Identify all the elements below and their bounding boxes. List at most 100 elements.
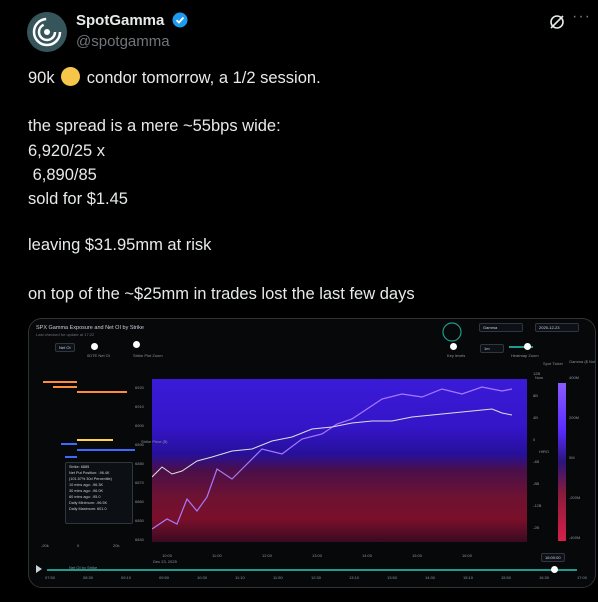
- toggle-label: 0DTE Net OI: [87, 353, 110, 358]
- tooltip-line: Strike: 6885: [69, 465, 90, 469]
- play-icon[interactable]: [35, 565, 43, 573]
- tweet-line-1: 90k condor tomorrow, a 1/2 session.: [28, 67, 321, 88]
- date-picker[interactable]: 2025-12-23: [535, 323, 579, 332]
- gamma-tick: 0M: [569, 455, 575, 460]
- zoom-toggle[interactable]: [133, 341, 140, 348]
- net-oi-bar: [61, 443, 77, 445]
- heatmap-zoom-label: Heatmap Zoom: [511, 353, 539, 358]
- tweet-text: 6,920/25 x: [28, 142, 106, 160]
- verified-badge-icon: [172, 12, 188, 28]
- gamma-heatmap[interactable]: [151, 379, 527, 542]
- timeline-knob[interactable]: [551, 566, 558, 573]
- gamma-tick: -200M: [569, 495, 581, 500]
- y-tick: 6850: [135, 518, 144, 523]
- gamma-tick: -400M: [569, 535, 581, 540]
- 0dte-toggle[interactable]: [91, 343, 98, 350]
- net-oi-bar: [77, 449, 135, 451]
- hiro-tick: -2B: [533, 525, 540, 530]
- gamma-tick: 200M: [569, 415, 580, 420]
- tooltip-line: (101.57% 30d Percentile): [69, 477, 112, 481]
- timeline-tick: 11:50: [273, 575, 283, 580]
- spot-label: Spot Ticker: [543, 361, 564, 366]
- x-tick: 11:00: [212, 553, 222, 558]
- x-tick: 13:00: [312, 553, 323, 558]
- toggle-label: Strike Plot Zoom: [133, 353, 163, 358]
- x-tick: 12:00: [262, 553, 273, 558]
- timeline-tick: 11:10: [235, 575, 245, 580]
- net-oi-bar: [43, 381, 77, 383]
- gamma-tick: 400M: [569, 375, 580, 380]
- timeline-tick: 16:30: [539, 575, 550, 580]
- chart-subtitle: Last checked for update at 17:22: [36, 332, 95, 337]
- tooltip-line: Daily Minimum: -96.5K: [69, 501, 108, 505]
- x-tick: 14:00: [362, 553, 373, 558]
- timeline-tick: 13:10: [349, 575, 360, 580]
- timeline-tick: 13:50: [387, 575, 398, 580]
- y-tick: 6920: [135, 385, 144, 390]
- tweet-media-chart[interactable]: SPX Gamma Exposure and Net OI by Strike …: [28, 318, 596, 588]
- strike-tooltip: Strike: 6885 Net Put Position: -96.4K (1…: [65, 462, 133, 524]
- x-tick: 10:00: [162, 553, 173, 558]
- net-oi-bar: [65, 456, 77, 458]
- bar-scale-tick: -20k: [41, 543, 49, 548]
- time-badge: 16:00:00: [541, 553, 565, 562]
- hiro-tick: -12B: [533, 503, 542, 508]
- timeline-tick: 07:50: [45, 575, 56, 580]
- y-tick: 6860: [135, 499, 144, 504]
- slider-knob[interactable]: [524, 343, 531, 350]
- tweet-text: leaving $31.95mm at risk: [28, 236, 212, 254]
- timeline-tick: 09:10: [121, 575, 132, 580]
- gamma-dropdown[interactable]: Gamma: [479, 323, 523, 332]
- timeline-track[interactable]: [47, 569, 577, 571]
- timeline-tick: 08:30: [83, 575, 94, 580]
- net-oi-bar: [77, 391, 127, 393]
- now-label: Now: [535, 375, 544, 380]
- bar-scale-tick: 0: [77, 543, 80, 548]
- y-axis-label: Strike Price ($): [141, 439, 168, 444]
- author-name[interactable]: SpotGamma: [76, 12, 164, 29]
- hiro-tick: -8B: [533, 481, 540, 486]
- x-tick: 15:00: [412, 553, 423, 558]
- y-tick: 6900: [135, 423, 144, 428]
- tweet-text: condor tomorrow, a 1/2 session.: [86, 69, 321, 87]
- tweet: SpotGamma @spotgamma ··· 90k condor tomo…: [0, 0, 598, 602]
- timeline-tick: 12:30: [311, 575, 322, 580]
- gamma-axis-label: Gamma ($ Notional): [569, 359, 596, 364]
- net-oi-dropdown[interactable]: Net OI: [55, 343, 75, 352]
- spotgamma-logo-icon: [27, 12, 67, 52]
- author-handle[interactable]: @spotgamma: [76, 33, 170, 50]
- tweet-text: 6,890/85: [28, 166, 97, 184]
- key-levels-toggle[interactable]: [450, 343, 457, 350]
- x-date: Dec 23, 2025: [153, 559, 177, 564]
- tooltip-line: Daily Maximum: 601.0: [69, 507, 107, 511]
- tweet-text: sold for $1.45: [28, 190, 128, 208]
- y-tick: 6910: [135, 404, 144, 409]
- hiro-label: HIRO: [539, 449, 549, 454]
- tweet-text: the spread is a mere ~55bps wide:: [28, 117, 281, 135]
- tooltip-line: 30 mins ago: -96.0K: [69, 489, 103, 493]
- x-tick: 16:00: [462, 553, 473, 558]
- timeline-tick: 15:50: [501, 575, 512, 580]
- timeline-tick: 17:00: [577, 575, 588, 580]
- chart-title: SPX Gamma Exposure and Net OI by Strike: [36, 325, 144, 331]
- y-tick: 6870: [135, 480, 144, 485]
- net-oi-bar: [77, 439, 113, 441]
- tooltip-line: Net Put Position: -96.4K: [69, 471, 110, 475]
- gauge-icon: [442, 322, 462, 342]
- timeline-tick: 14:30: [425, 575, 436, 580]
- grok-icon[interactable]: [548, 13, 566, 31]
- toggle-label: Key levels: [447, 353, 466, 358]
- more-options-icon[interactable]: ···: [572, 8, 591, 26]
- price-lines: [151, 386, 513, 530]
- net-oi-bar: [53, 386, 77, 388]
- y-tick: 6840: [135, 537, 144, 542]
- hiro-tick: -4B: [533, 459, 540, 464]
- timeline-tick: 15:10: [463, 575, 474, 580]
- tweet-text: 90k: [28, 69, 55, 87]
- timeline-tick: 10:30: [197, 575, 208, 580]
- avatar[interactable]: [27, 12, 67, 52]
- interval-dropdown[interactable]: 1m: [480, 344, 504, 353]
- hiro-tick: 8B: [533, 393, 538, 398]
- tooltip-line: 60 mins ago: -95.0: [69, 495, 101, 499]
- exploding-head-icon: [61, 67, 81, 86]
